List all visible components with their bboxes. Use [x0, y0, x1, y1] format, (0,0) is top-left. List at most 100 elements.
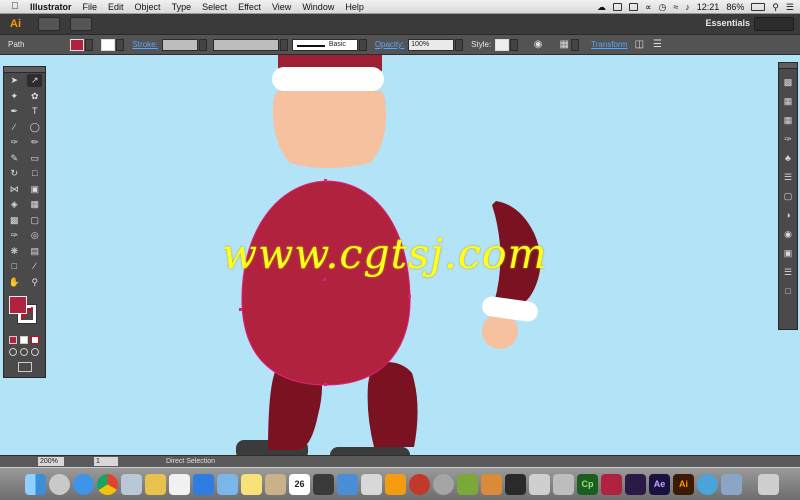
notification-center-icon[interactable]: ☰: [786, 2, 794, 13]
panel-menu-icon[interactable]: ☰: [651, 39, 663, 51]
lasso-tool-icon[interactable]: ✿: [27, 90, 42, 103]
mail-icon[interactable]: [217, 474, 238, 495]
draw-inside-button[interactable]: [31, 348, 39, 356]
variable-width-profile[interactable]: [212, 38, 279, 51]
menu-help[interactable]: Help: [345, 2, 364, 12]
align-icon[interactable]: ▦: [558, 39, 570, 51]
captivate-icon[interactable]: Cp: [577, 474, 598, 495]
blob-brush-tool-icon[interactable]: ✎: [7, 152, 22, 165]
media-encoder-icon[interactable]: [625, 474, 646, 495]
menu-effect[interactable]: Effect: [238, 2, 261, 12]
garageband-icon[interactable]: [481, 474, 502, 495]
code-editor-icon[interactable]: [409, 474, 430, 495]
symbol-sprayer-tool-icon[interactable]: ❋: [7, 245, 22, 258]
notification-icon[interactable]: [629, 3, 639, 11]
battery-percent[interactable]: 86%: [726, 2, 744, 12]
finder-icon[interactable]: [25, 474, 46, 495]
app-store-icon[interactable]: [193, 474, 214, 495]
appearance-panel-icon[interactable]: ◉: [782, 228, 794, 240]
xcode-icon[interactable]: [337, 474, 358, 495]
none-mode-button[interactable]: [31, 336, 39, 344]
clock[interactable]: 12:21: [697, 2, 720, 12]
pencil-app-icon[interactable]: [145, 474, 166, 495]
time-machine-icon[interactable]: ◷: [658, 2, 666, 13]
photo-booth-icon[interactable]: [601, 474, 622, 495]
bridge-button[interactable]: [38, 17, 60, 31]
gradient-mode-button[interactable]: [20, 336, 28, 344]
fill-swatch[interactable]: [70, 38, 85, 51]
profile-dropdown-icon[interactable]: [279, 38, 288, 51]
contacts-icon[interactable]: [265, 474, 286, 495]
opacity-dropdown-icon[interactable]: [455, 38, 464, 51]
body-coat[interactable]: [241, 180, 411, 386]
right-boot[interactable]: [330, 447, 410, 455]
after-effects-icon[interactable]: Ae: [649, 474, 670, 495]
color-guide-panel-icon[interactable]: ▦: [782, 95, 794, 107]
stroke-panel-link[interactable]: Stroke:: [132, 40, 157, 49]
transform-panel-link[interactable]: Transform: [591, 40, 627, 49]
anchor-point[interactable]: [239, 308, 242, 311]
face-shape[interactable]: [272, 91, 386, 168]
safari-icon[interactable]: [73, 474, 94, 495]
slice-tool-icon[interactable]: ∕: [27, 260, 42, 273]
brushes-panel-icon[interactable]: ✑: [782, 133, 794, 145]
sync-icon[interactable]: [613, 3, 623, 11]
style-dropdown-icon[interactable]: [510, 38, 519, 51]
pineapple-app-icon[interactable]: [457, 474, 478, 495]
menu-view[interactable]: View: [272, 2, 291, 12]
bluetooth-icon[interactable]: ∝: [645, 2, 651, 13]
terminal-icon[interactable]: [505, 474, 526, 495]
fill-color-box[interactable]: [9, 296, 27, 314]
creative-cloud-icon[interactable]: ☁: [597, 2, 606, 13]
calendar-icon[interactable]: 26: [289, 474, 310, 495]
stroke-weight-dropdown-icon[interactable]: [198, 38, 207, 51]
spotlight-icon[interactable]: ⚲: [772, 2, 779, 13]
draw-normal-button[interactable]: [9, 348, 17, 356]
align-dropdown-icon[interactable]: [571, 38, 580, 51]
graphic-style-swatch[interactable]: [495, 38, 510, 51]
hat-trim[interactable]: [272, 67, 384, 91]
wifi-icon[interactable]: ≈: [673, 2, 678, 12]
zoom-level-field[interactable]: 200%: [38, 457, 64, 466]
menu-edit[interactable]: Edit: [108, 2, 124, 12]
screen-mode-button[interactable]: [17, 362, 32, 372]
chrome-icon[interactable]: [97, 474, 118, 495]
stroke-dropdown-icon[interactable]: [116, 38, 125, 51]
apple-menu-icon[interactable]: : [8, 0, 22, 14]
ellipse-tool-icon[interactable]: ◯: [27, 121, 42, 134]
menu-object[interactable]: Object: [135, 2, 161, 12]
illustrator-dock-icon[interactable]: Ai: [673, 474, 694, 495]
workspace-switcher[interactable]: Essentials: [705, 18, 750, 28]
stroke-swatch[interactable]: [101, 38, 116, 51]
artboard-navigation-field[interactable]: 1: [94, 457, 118, 466]
network-icon[interactable]: [697, 474, 718, 495]
help-app-icon[interactable]: [553, 474, 574, 495]
menu-file[interactable]: File: [83, 2, 98, 12]
panel-dock-grip[interactable]: [779, 63, 797, 69]
brush-definition-field[interactable]: Basic: [291, 38, 358, 51]
volume-icon[interactable]: ♪: [685, 2, 690, 12]
artboards-panel-icon[interactable]: □: [782, 285, 794, 297]
direct-selection-tool-icon[interactable]: ↗: [27, 74, 43, 88]
stroke-panel-icon[interactable]: ☰: [782, 171, 794, 183]
recolor-artwork-icon[interactable]: ◉: [532, 39, 544, 51]
hand-tool-icon[interactable]: ✋: [7, 276, 22, 289]
launchpad-icon[interactable]: [49, 474, 70, 495]
stroke-weight-field[interactable]: [161, 38, 198, 51]
width-tool-icon[interactable]: ⋈: [7, 183, 22, 196]
preview-icon[interactable]: [121, 474, 142, 495]
isolate-group-icon[interactable]: ◫: [633, 39, 645, 51]
perspective-grid-tool-icon[interactable]: ▦: [27, 198, 42, 211]
eraser-tool-icon[interactable]: ▭: [27, 152, 42, 165]
anchor-point[interactable]: [408, 295, 411, 298]
opacity-panel-link[interactable]: Opacity:: [375, 40, 404, 49]
layers-panel-icon[interactable]: ☰: [782, 266, 794, 278]
mesh-tool-icon[interactable]: ▩: [7, 214, 22, 227]
shape-builder-tool-icon[interactable]: ◈: [7, 198, 22, 211]
image-capture-icon[interactable]: [529, 474, 550, 495]
battery-icon[interactable]: [751, 3, 766, 11]
zoom-tool-icon[interactable]: ⚲: [27, 276, 42, 289]
menu-select[interactable]: Select: [202, 2, 227, 12]
eyedropper-tool-icon[interactable]: ✑: [7, 229, 22, 242]
textedit-icon[interactable]: [169, 474, 190, 495]
